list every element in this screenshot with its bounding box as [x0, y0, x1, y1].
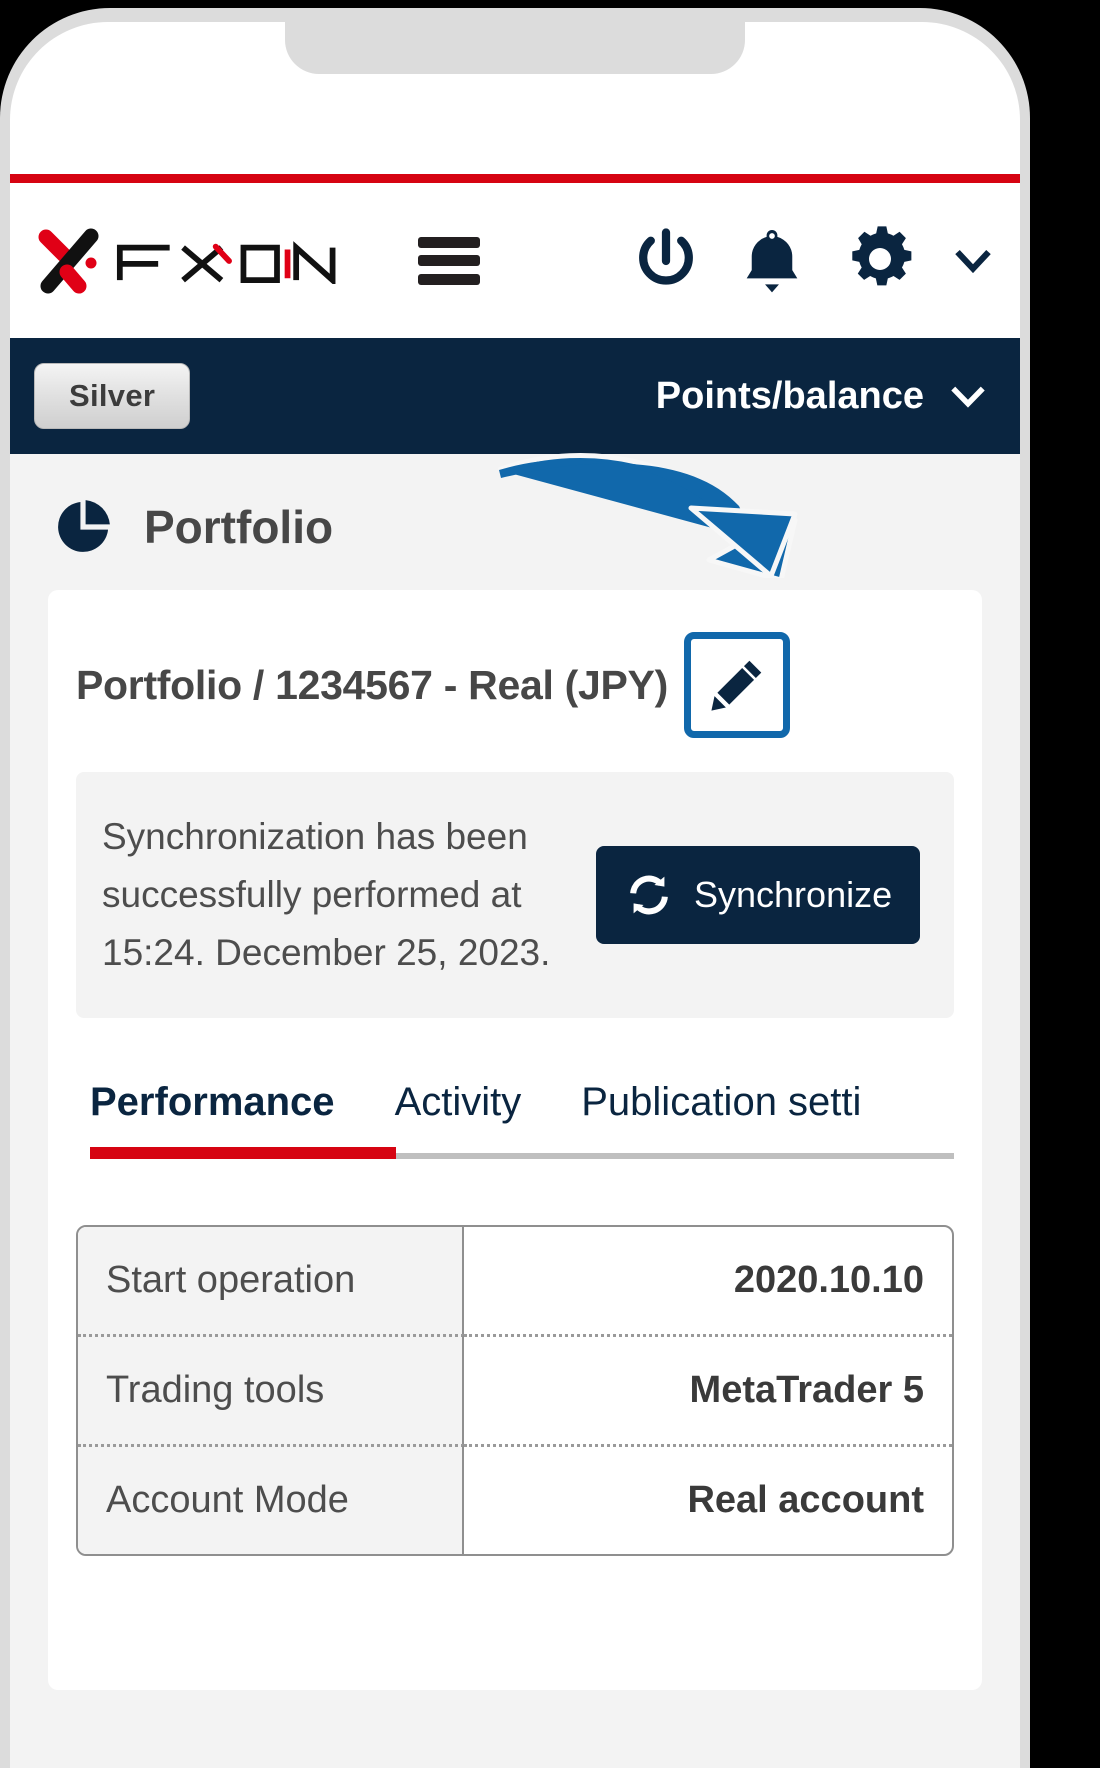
table-row: Account Mode Real account — [78, 1444, 952, 1555]
page-body: Portfolio Portfolio / 1234567 - Real (JP… — [10, 454, 1020, 1768]
power-icon[interactable] — [628, 223, 704, 299]
hamburger-menu-button[interactable] — [417, 236, 480, 285]
card-heading-row: Portfolio / 1234567 - Real (JPY) — [76, 632, 954, 738]
table-row-label: Account Mode — [78, 1444, 464, 1555]
tab-activity[interactable]: Activity — [395, 1080, 522, 1159]
synchronize-button-label: Synchronize — [694, 874, 893, 916]
pencil-icon — [711, 660, 762, 711]
fxon-logo[interactable] — [34, 225, 356, 297]
chevron-down-icon — [951, 386, 985, 408]
table-row: Start operation 2020.10.10 — [78, 1227, 952, 1335]
brand-accent-rule — [10, 174, 1020, 183]
edit-portfolio-button[interactable] — [683, 632, 790, 738]
fxon-logo-mark — [38, 228, 99, 293]
page-title-row: Portfolio — [10, 454, 1020, 590]
synchronize-button[interactable]: Synchronize — [596, 846, 921, 945]
table-row-label: Start operation — [78, 1227, 464, 1335]
sync-message: Synchronization has been successfully pe… — [102, 816, 551, 974]
pie-chart-icon — [58, 500, 110, 552]
rank-badge[interactable]: Silver — [34, 363, 191, 429]
table-row-value: Real account — [464, 1444, 952, 1554]
points-balance-label: Points/balance — [655, 374, 924, 417]
header-actions — [628, 221, 996, 301]
sync-notice: Synchronization has been successfully pe… — [76, 772, 954, 1019]
bell-icon[interactable] — [734, 223, 810, 299]
card-tabs: Performance Activity Publication setti — [76, 1080, 954, 1160]
table-row-label: Trading tools — [78, 1334, 464, 1445]
refresh-icon — [630, 875, 668, 915]
chevron-down-icon[interactable] — [950, 238, 996, 284]
app-header — [10, 183, 1020, 338]
hamburger-bar — [417, 255, 480, 266]
gear-icon[interactable] — [840, 221, 920, 301]
tab-active-indicator — [90, 1147, 396, 1160]
card-heading: Portfolio / 1234567 - Real (JPY) — [76, 661, 668, 708]
points-balance-dropdown[interactable]: Points/balance — [656, 374, 996, 418]
table-row-value: 2020.10.10 — [733, 1259, 924, 1302]
table-row-value: MetaTrader 5 — [464, 1334, 952, 1444]
table-row: Trading tools MetaTrader 5 — [78, 1334, 952, 1445]
phone-screen: Silver Points/balance Portfolio Portfoli… — [10, 22, 1020, 1768]
performance-info-table: Start operation 2020.10.10 Trading tools… — [76, 1225, 954, 1557]
sub-navigation-bar: Silver Points/balance — [10, 338, 1020, 454]
page-title: Portfolio — [144, 501, 334, 553]
portfolio-card: Portfolio / 1234567 - Real (JPY) Synchro… — [48, 590, 982, 1690]
phone-notch — [285, 22, 745, 74]
hamburger-bar — [417, 273, 480, 285]
phone-frame: Silver Points/balance Portfolio Portfoli… — [0, 8, 1030, 1768]
hamburger-bar — [417, 236, 480, 248]
tab-publication-settings[interactable]: Publication setti — [581, 1080, 861, 1159]
fxon-wordmark — [116, 240, 336, 284]
